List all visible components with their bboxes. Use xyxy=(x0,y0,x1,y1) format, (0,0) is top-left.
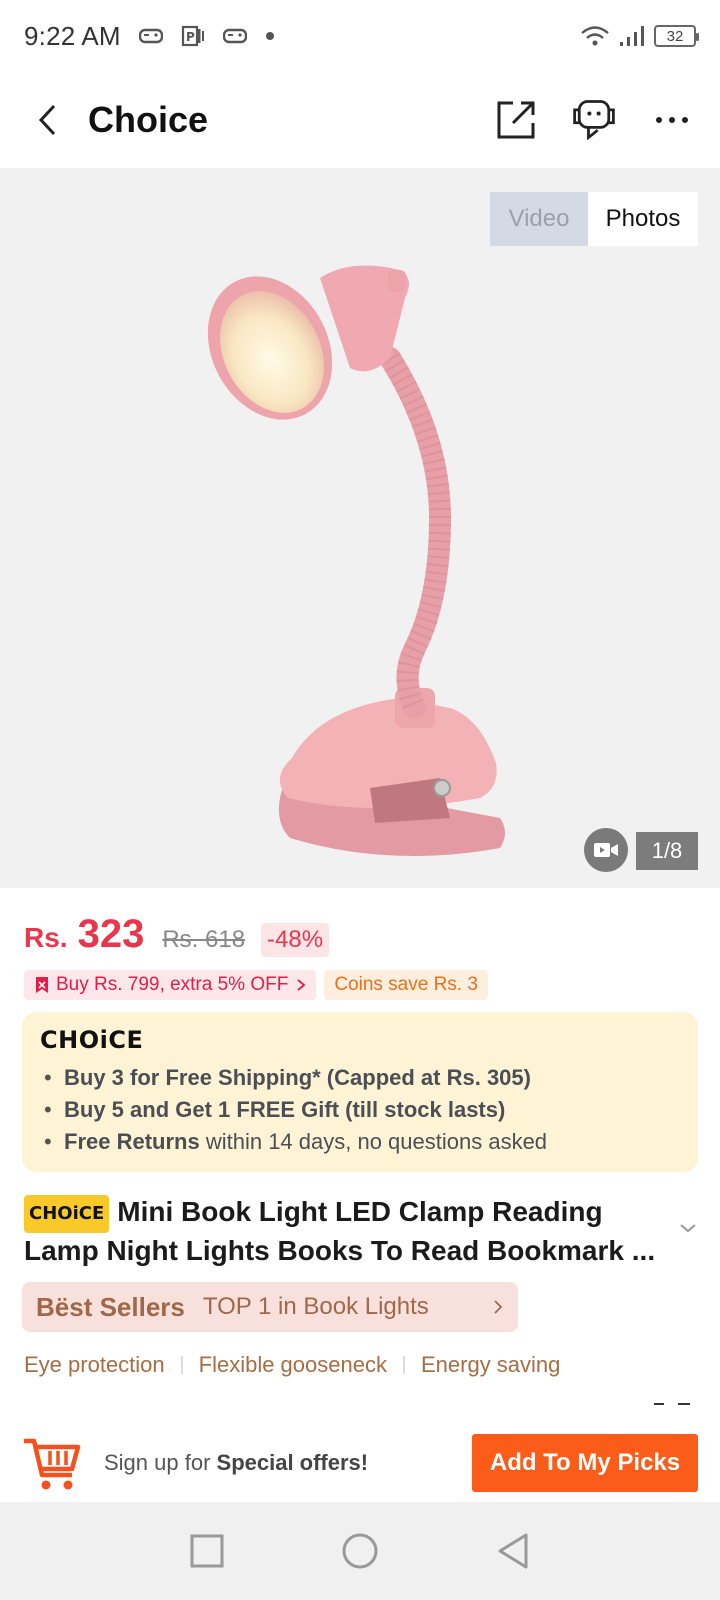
product-title-block[interactable]: CHOiCE Mini Book Light LED Clamp Reading … xyxy=(24,1194,674,1269)
feature-tag: Flexible gooseneck xyxy=(198,1352,387,1377)
coins-chip: Coins save Rs. 3 xyxy=(324,970,488,1000)
bestseller-brand: Bëst Sellers xyxy=(36,1291,185,1322)
wifi-icon xyxy=(581,26,609,46)
page-title: Choice xyxy=(88,99,209,140)
benefit-free-gift: Buy 5 and Get 1 FREE Gift (till stock la… xyxy=(40,1094,680,1126)
triangle-back-icon xyxy=(498,1533,528,1569)
feature-tags: Eye protection Flexible gooseneck Energy… xyxy=(24,1352,560,1378)
svg-text:P: P xyxy=(186,30,195,44)
product-image-pink-clamp-lamp xyxy=(207,265,505,856)
more-options-button[interactable] xyxy=(648,96,696,144)
circle-icon xyxy=(342,1533,378,1569)
support-agent-icon xyxy=(573,100,615,141)
add-to-my-picks-button[interactable]: Add To My Picks xyxy=(472,1434,698,1492)
back-button[interactable] xyxy=(24,96,72,144)
shopping-cart-icon[interactable] xyxy=(22,1433,82,1493)
chevron-right-icon xyxy=(494,1300,503,1314)
system-icons: 32 xyxy=(580,24,699,48)
choice-badge: CHOiCE xyxy=(24,1194,110,1233)
document-app-icon: P xyxy=(181,25,204,47)
sale-price: 323 xyxy=(77,912,145,956)
bestseller-rank-text: TOP 1 in Book Lights xyxy=(202,1293,429,1320)
video-camera-icon xyxy=(594,843,618,857)
share-button[interactable] xyxy=(492,96,540,144)
discount-badge: -48% xyxy=(261,923,330,957)
coupon-icon xyxy=(36,977,48,993)
system-navigation-bar xyxy=(0,1502,720,1600)
more-horizontal-icon xyxy=(656,117,688,123)
benefit-free-returns: Free Returns within 14 days, no question… xyxy=(40,1126,680,1158)
promo-row: Buy Rs. 799, extra 5% OFF Coins save Rs.… xyxy=(24,970,488,1000)
bestseller-ranking[interactable]: Bëst Sellers TOP 1 in Book Lights xyxy=(22,1282,518,1332)
feature-tag: Eye protection xyxy=(24,1352,165,1377)
bulk-discount-text: Buy Rs. 799, extra 5% OFF xyxy=(56,974,289,995)
dot-icon xyxy=(265,32,274,40)
gamepad-icon xyxy=(222,28,247,44)
gamepad-icon xyxy=(138,28,163,44)
divider xyxy=(180,1356,183,1374)
chevron-down-icon[interactable] xyxy=(676,1216,700,1240)
price-row: Rs. 323 Rs. 618 -48% xyxy=(24,912,330,957)
status-bar: 9:22 AM P 32 xyxy=(0,0,720,72)
recents-button[interactable] xyxy=(182,1526,232,1576)
media-type-toggle: Video Photos xyxy=(490,192,698,246)
home-button[interactable] xyxy=(335,1526,385,1576)
original-price: Rs. 618 xyxy=(162,926,246,953)
square-icon xyxy=(190,1534,224,1568)
play-video-button[interactable] xyxy=(584,828,628,872)
choice-benefits-list: Buy 3 for Free Shipping* (Capped at Rs. … xyxy=(40,1062,680,1158)
feature-tag: Energy saving xyxy=(420,1352,561,1377)
choice-benefits-box[interactable]: CHOiCE Buy 3 for Free Shipping* (Capped … xyxy=(22,1012,698,1172)
product-image-gallery[interactable]: Video Photos 1/8 xyxy=(0,168,720,888)
customer-service-button[interactable] xyxy=(570,96,618,144)
signal-icon xyxy=(620,26,644,46)
photos-tab[interactable]: Photos xyxy=(588,192,698,246)
bulk-discount-chip[interactable]: Buy Rs. 799, extra 5% OFF xyxy=(24,970,317,1000)
benefit-free-shipping: Buy 3 for Free Shipping* (Capped at Rs. … xyxy=(40,1062,680,1094)
status-time: 9:22 AM xyxy=(24,20,121,51)
share-icon xyxy=(497,101,535,139)
price-currency: Rs. xyxy=(24,922,68,953)
bottom-action-bar: Sign up for Special offers! Add To My Pi… xyxy=(0,1424,720,1502)
divider xyxy=(402,1356,405,1374)
image-counter: 1/8 xyxy=(636,832,698,870)
choice-logo: CHOiCE xyxy=(40,1026,144,1054)
battery-icon: 32 xyxy=(654,25,699,47)
header-actions xyxy=(492,96,696,144)
app-header: Choice xyxy=(0,72,720,168)
notification-icons: P xyxy=(138,24,275,48)
chevron-left-icon xyxy=(38,104,56,136)
signup-prompt[interactable]: Sign up for Special offers! xyxy=(104,1450,368,1476)
video-tab[interactable]: Video xyxy=(490,192,588,246)
product-title: CHOiCE Mini Book Light LED Clamp Reading … xyxy=(24,1194,656,1266)
chevron-right-icon xyxy=(297,979,306,991)
scroll-indicator xyxy=(654,1403,690,1405)
back-nav-button[interactable] xyxy=(488,1526,538,1576)
